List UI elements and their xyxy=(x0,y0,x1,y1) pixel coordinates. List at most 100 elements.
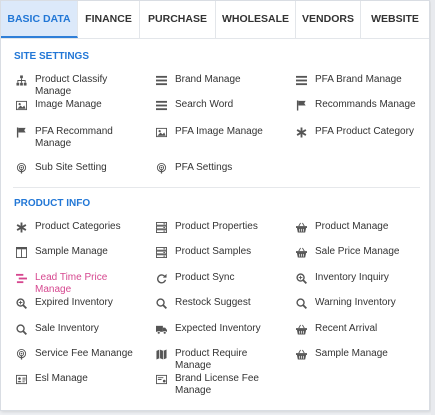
tab-bar: BASIC DATA FINANCE PURCHASE WHOLESALE VE… xyxy=(1,1,429,39)
site-settings-item-label: PFA Settings xyxy=(175,162,233,173)
mega-menu-panel: BASIC DATA FINANCE PURCHASE WHOLESALE VE… xyxy=(0,0,430,411)
podcast-icon xyxy=(156,163,167,174)
site-settings-item[interactable]: Product Classify Manage xyxy=(16,74,143,98)
product-info-item-label: Expected Inventory xyxy=(175,323,261,334)
basket-icon xyxy=(296,247,307,258)
product-info-item[interactable]: Product Properties xyxy=(156,221,283,233)
product-info-item-label: Product Require Manage xyxy=(175,348,248,371)
product-info-item[interactable]: Product Require Manage xyxy=(156,348,283,372)
product-info-item-label: Service Fee Manange xyxy=(35,348,133,359)
product-info-item-label: Sale Price Manage xyxy=(315,246,400,257)
asterisk-icon xyxy=(16,222,27,233)
basket-icon xyxy=(296,222,307,233)
product-info-item-label: Restock Suggest xyxy=(175,297,251,308)
refresh-icon xyxy=(156,273,167,284)
map-icon xyxy=(156,349,167,360)
basket-icon xyxy=(296,324,307,335)
tab-purchase[interactable]: PURCHASE xyxy=(140,1,216,38)
site-settings-item[interactable]: PFA Image Manage xyxy=(156,126,283,138)
site-settings-item[interactable]: PFA Brand Manage xyxy=(296,74,423,86)
site-settings-item-label: PFA Image Manage xyxy=(175,126,263,137)
product-info-item[interactable]: Inventory Inquiry xyxy=(296,272,423,284)
product-info-item-label: Esl Manage xyxy=(35,373,88,384)
product-info-title: PRODUCT INFO xyxy=(14,198,91,209)
image-icon xyxy=(156,127,167,138)
product-info-item[interactable]: Sale Price Manage xyxy=(296,246,423,258)
product-info-item[interactable]: Product Manage xyxy=(296,221,423,233)
site-settings-item-label: Recommands Manage xyxy=(315,99,416,110)
product-info-item[interactable]: Product Sync xyxy=(156,272,283,284)
search-icon xyxy=(296,298,307,309)
search-icon xyxy=(156,298,167,309)
product-info-item[interactable]: Expired Inventory xyxy=(16,297,143,309)
idcard-icon xyxy=(16,374,27,385)
product-info-item-label: Brand License Fee Manage xyxy=(175,373,259,396)
columns-icon xyxy=(16,247,27,258)
product-info-item-label: Product Properties xyxy=(175,221,258,232)
product-info-item[interactable]: Lead Time Price Manage xyxy=(16,272,143,296)
product-info-item[interactable]: Warning Inventory xyxy=(296,297,423,309)
site-settings-item[interactable]: Recommands Manage xyxy=(296,99,423,111)
tab-basic-data[interactable]: BASIC DATA xyxy=(1,1,78,38)
product-info-item-label: Lead Time Price Manage xyxy=(35,272,108,295)
site-settings-item-label: PFA Recommand Manage xyxy=(35,126,113,149)
product-info-item-label: Product Sync xyxy=(175,272,235,283)
site-settings-item[interactable]: Brand Manage xyxy=(156,74,283,86)
site-settings-item-label: PFA Product Category xyxy=(315,126,414,137)
product-info-item-label: Expired Inventory xyxy=(35,297,113,308)
basket-icon xyxy=(296,349,307,360)
site-settings-title: SITE SETTINGS xyxy=(14,51,90,62)
product-info-item[interactable]: Recent Arrival xyxy=(296,323,423,335)
image-icon xyxy=(16,100,27,111)
product-info-item[interactable]: Product Categories xyxy=(16,221,143,233)
list-icon xyxy=(156,75,167,86)
site-settings-item[interactable]: Image Manage xyxy=(16,99,143,111)
site-settings-item[interactable]: Search Word xyxy=(156,99,283,111)
timeline-icon xyxy=(16,273,27,284)
podcast-icon xyxy=(16,163,27,174)
background-strip xyxy=(431,0,435,415)
list-icon xyxy=(156,100,167,111)
site-settings-item-label: Search Word xyxy=(175,99,234,110)
product-info-item-label: Product Manage xyxy=(315,221,389,232)
product-info-item-label: Sample Manage xyxy=(35,246,108,257)
site-settings-item[interactable]: PFA Settings xyxy=(156,162,283,174)
asterisk-icon xyxy=(296,127,307,138)
product-info-item-label: Sale Inventory xyxy=(35,323,99,334)
license-icon xyxy=(156,374,167,385)
database-icon xyxy=(156,247,167,258)
tab-vendors[interactable]: VENDORS xyxy=(296,1,361,38)
product-info-item[interactable]: Esl Manage xyxy=(16,373,143,385)
product-info-item-label: Sample Manage xyxy=(315,348,388,359)
site-settings-item[interactable]: PFA Recommand Manage xyxy=(16,126,143,150)
podcast-icon xyxy=(16,349,27,360)
product-info-item[interactable]: Product Samples xyxy=(156,246,283,258)
flag-icon xyxy=(296,100,307,111)
product-info-item-label: Inventory Inquiry xyxy=(315,272,389,283)
product-info-item-label: Product Samples xyxy=(175,246,252,257)
site-settings-item-label: Sub Site Setting xyxy=(35,162,107,173)
product-info-item-label: Recent Arrival xyxy=(315,323,378,334)
site-settings-item-label: Image Manage xyxy=(35,99,102,110)
tab-website[interactable]: WEBSITE xyxy=(361,1,429,38)
site-settings-item[interactable]: PFA Product Category xyxy=(296,126,423,138)
product-info-item[interactable]: Sample Manage xyxy=(296,348,423,360)
zoom-icon xyxy=(16,298,27,309)
product-info-item[interactable]: Service Fee Manange xyxy=(16,348,143,360)
product-info-item[interactable]: Sale Inventory xyxy=(16,323,143,335)
product-info-item[interactable]: Sample Manage xyxy=(16,246,143,258)
site-settings-item-label: Brand Manage xyxy=(175,74,241,85)
site-settings-item[interactable]: Sub Site Setting xyxy=(16,162,143,174)
product-info-item[interactable]: Restock Suggest xyxy=(156,297,283,309)
search-icon xyxy=(16,324,27,335)
tab-wholesale[interactable]: WHOLESALE xyxy=(216,1,296,38)
sitemap-icon xyxy=(16,75,27,86)
tab-finance[interactable]: FINANCE xyxy=(78,1,140,38)
site-settings-item-label: PFA Brand Manage xyxy=(315,74,402,85)
site-settings-item-label: Product Classify Manage xyxy=(35,74,108,97)
product-info-item-label: Product Categories xyxy=(35,221,121,232)
list-icon xyxy=(296,75,307,86)
product-info-item[interactable]: Brand License Fee Manage xyxy=(156,373,283,397)
database-icon xyxy=(156,222,167,233)
product-info-item[interactable]: Expected Inventory xyxy=(156,323,283,335)
